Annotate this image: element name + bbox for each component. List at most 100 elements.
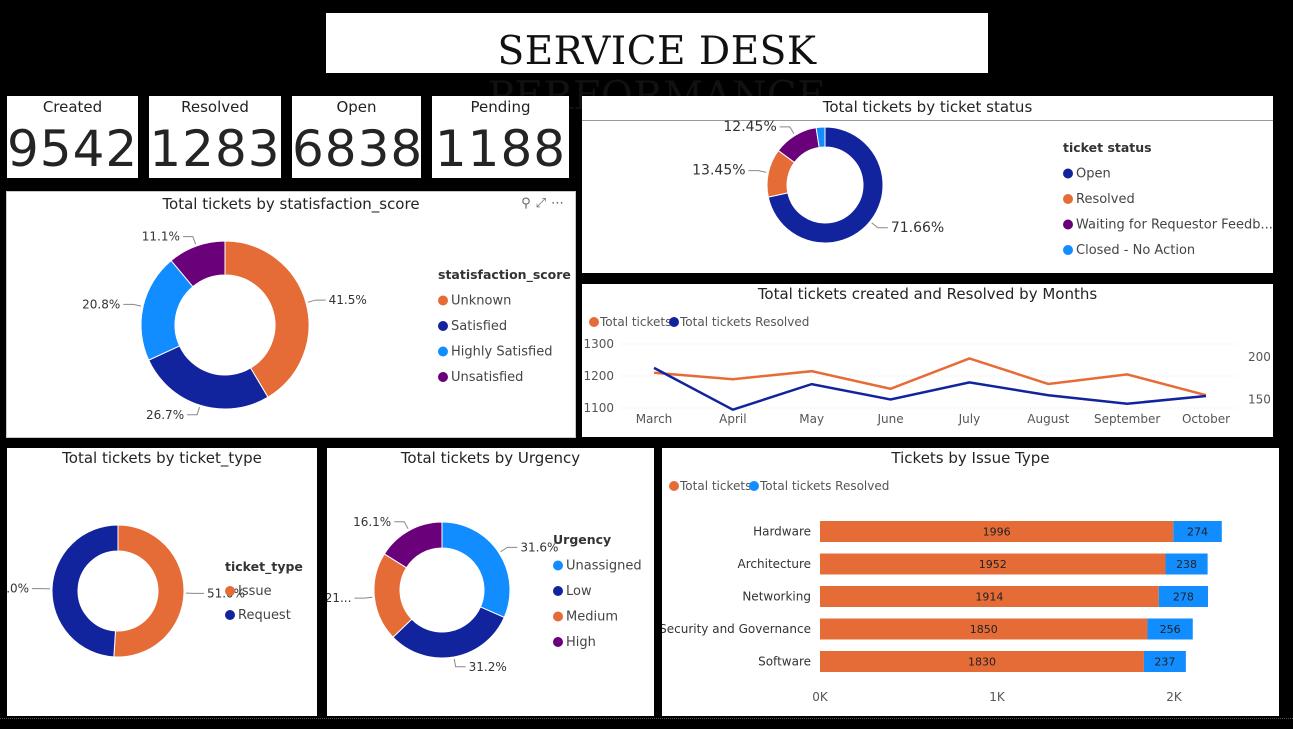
x-axis-tick: August [1027,412,1069,426]
status-donut-chart: 71.66% 13.45% 12.45% ticket status Open Resol… [692,119,1273,258]
panel-monthly[interactable]: Total tickets created and Resolved by Mo… [582,284,1273,437]
kpi-value: 6838 [292,120,424,178]
legend-item: Closed - No Action [1076,243,1195,258]
category-label: Architecture [738,557,811,571]
legend-item: Unknown [451,294,511,309]
legend-item: Medium [566,610,618,625]
donut-slice [148,345,269,410]
x-axis-tick: March [636,412,673,426]
category-label: Software [758,655,811,669]
legend-item: Total tickets [599,315,671,329]
panel-ticket-status[interactable]: Total tickets by ticket status 71.66% 13.… [582,96,1273,273]
data-label-leader [182,236,197,245]
legend-marker [225,610,235,620]
category-label: Networking [742,590,811,604]
kpi-card-created[interactable]: Created 9542 [7,96,138,178]
kpi-card-pending[interactable]: Pending 1188 [432,96,569,178]
data-label: 16.1% [353,515,391,529]
legend-item: Waiting for Requestor Feedb... [1076,218,1273,233]
kpi-label: Resolved [181,98,249,116]
data-label: 1850 [970,623,998,636]
data-label: 13.45% [692,163,745,179]
data-label: 274 [1187,526,1208,539]
data-label: 1952 [979,558,1007,571]
data-label: 41.5% [329,293,367,307]
legend-marker [1063,194,1073,204]
legend-title: statisfaction_score [438,267,571,283]
legend-item: High [566,635,596,650]
legend-marker [669,481,679,491]
x-axis-tick: 2K [1166,690,1183,704]
panel-ticket-type[interactable]: Total tickets by ticket_type 51.0%49.0%t… [7,448,317,716]
legend-marker [553,560,563,571]
data-label: 238 [1176,558,1197,571]
kpi-card-open[interactable]: Open 6838 [292,96,424,178]
right-axis-tick: 150 [1248,392,1271,406]
data-label-leader [354,596,373,599]
x-axis-tick: May [799,412,824,426]
data-label: 11.1% [142,230,180,244]
legend-item: Open [1076,167,1111,182]
category-label: Security and Governance [662,622,811,636]
legend-marker [553,637,563,647]
donut-slice [51,524,119,658]
donut-slice [392,606,505,659]
data-label-leader [500,546,518,553]
data-label-leader [123,303,142,307]
legend-marker [438,372,448,382]
data-label: 31.2% [469,660,507,674]
legend-item: Unsatisfied [451,370,523,385]
data-label: 26.7% [146,408,184,422]
legend-title: ticket_type [225,559,303,575]
data-label: 1996 [983,526,1011,539]
kpi-value: 1188 [434,120,567,178]
data-label-leader [748,170,767,173]
legend-item: Total tickets Resolved [759,479,889,493]
left-axis-tick: 1100 [583,401,614,415]
data-label: 12.45% [723,119,776,135]
panel-satisfaction[interactable]: Total tickets by statisfaction_score ⚲⤢⋯… [6,191,576,438]
panel-issue-type[interactable]: Tickets by Issue Type Total tickets Total… [662,448,1279,716]
legend-item: Low [566,584,592,599]
right-axis-tick: 200 [1248,350,1271,364]
kpi-value: 1283 [149,120,281,178]
legend-marker [225,586,235,596]
data-label: 71.66% [891,220,944,236]
legend-item: Total tickets Resolved [679,315,809,329]
panel-urgency[interactable]: Total tickets by Urgency 31.6% 31.2% 21...… [327,448,654,716]
x-axis-tick: April [719,412,746,426]
legend-marker [438,346,448,357]
data-label: 1914 [975,591,1003,604]
legend-marker [438,321,448,331]
issue-type-bar-chart: Total tickets Total tickets Resolved Hardw… [662,479,1222,704]
data-label: 256 [1160,623,1181,636]
data-label-leader [453,658,466,668]
data-label: 237 [1154,656,1175,669]
legend-marker [669,317,679,327]
legend-marker [1063,219,1073,230]
satisfaction-donut-chart: 41.5% 26.7% 20.8% 11.1% statisfaction_score U… [82,230,571,422]
legend-marker [749,481,759,491]
legend-marker [438,295,448,306]
legend-title: ticket status [1063,140,1152,155]
legend-item: Highly Satisfied [451,345,552,360]
kpi-label: Open [336,98,377,116]
data-label-leader [871,222,888,229]
data-label: 278 [1173,591,1194,604]
x-axis-tick: July [958,412,981,426]
x-axis-tick: 0K [812,690,829,704]
legend-marker [589,317,599,327]
legend-item: Issue [238,584,272,599]
legend-item: Request [238,608,291,623]
legend-item: Total tickets [679,479,751,493]
data-label-leader [394,521,409,530]
data-label: 49.0% [7,582,29,596]
x-axis-tick: 1K [989,690,1006,704]
kpi-card-resolved[interactable]: Resolved 1283 [149,96,281,178]
kpi-label: Pending [470,98,531,116]
legend-title: Urgency [553,532,611,547]
legend-item: Resolved [1076,192,1135,207]
monthly-line-chart: Total tickets Total tickets Resolved 1300 1… [583,315,1271,426]
kpi-value: 9542 [7,120,139,178]
data-label-leader [187,406,200,416]
